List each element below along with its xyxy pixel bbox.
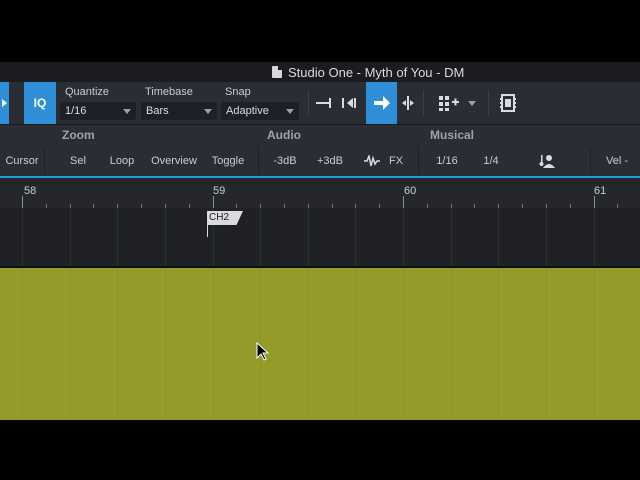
grid-line bbox=[117, 208, 118, 266]
snap-select[interactable]: Adaptive bbox=[221, 102, 299, 120]
grid-line bbox=[498, 268, 499, 420]
grid-line bbox=[117, 268, 118, 420]
grid-line bbox=[451, 268, 452, 420]
iq-quantize-button[interactable]: IQ bbox=[24, 82, 56, 124]
grid-line bbox=[165, 268, 166, 420]
marker-split-icon[interactable] bbox=[399, 94, 417, 112]
arrow-right-icon bbox=[374, 96, 390, 110]
audio-group-label: Audio bbox=[267, 128, 301, 142]
grid-line bbox=[308, 208, 309, 266]
grid-line bbox=[213, 268, 214, 420]
bar-tick bbox=[403, 196, 404, 208]
chevron-down-icon bbox=[123, 109, 131, 114]
quantize-1-16-button[interactable]: 1/16 bbox=[432, 150, 462, 172]
grid-line bbox=[498, 208, 499, 266]
marker-label: CH2 bbox=[209, 212, 230, 223]
audio-fx-button[interactable]: FX bbox=[364, 150, 403, 172]
zoom-overview-button[interactable]: Overview bbox=[148, 150, 200, 172]
grid-line bbox=[403, 268, 404, 420]
snap-label: Snap bbox=[225, 86, 251, 98]
grid-line bbox=[22, 268, 23, 420]
quantize-1-4-button[interactable]: 1/4 bbox=[478, 150, 504, 172]
chevron-down-icon bbox=[286, 109, 294, 114]
grid-line bbox=[546, 268, 547, 420]
quantize-label: Quantize bbox=[65, 86, 110, 98]
zoom-group-label: Zoom bbox=[62, 128, 95, 142]
grid-line bbox=[70, 268, 71, 420]
letterbox-bottom bbox=[0, 420, 640, 480]
zoom-toggle-button[interactable]: Toggle bbox=[206, 150, 250, 172]
plus-3db-button[interactable]: +3dB bbox=[312, 150, 348, 172]
row-divider bbox=[44, 147, 45, 175]
zoom-sel-button[interactable]: Sel bbox=[64, 150, 92, 172]
toolbar-divider bbox=[308, 90, 309, 116]
minus-3db-button[interactable]: -3dB bbox=[268, 150, 302, 172]
grid-line bbox=[260, 208, 261, 266]
snap-value: Adaptive bbox=[226, 105, 269, 117]
grid-line bbox=[22, 208, 23, 266]
grid-line bbox=[594, 268, 595, 420]
grid-line bbox=[70, 208, 71, 266]
timebase-label: Timebase bbox=[145, 86, 193, 98]
grid-line bbox=[165, 208, 166, 266]
title-bar: Studio One - Myth of You - DM bbox=[0, 62, 640, 82]
chevron-down-icon bbox=[204, 109, 212, 114]
bar-number: 59 bbox=[213, 185, 226, 197]
zoom-audio-musical-bar: Zoom Audio Musical Cursor Sel Loop Overv… bbox=[0, 124, 640, 176]
grid-line bbox=[403, 208, 404, 266]
bar-number: 61 bbox=[594, 185, 607, 197]
zoom-loop-button[interactable]: Loop bbox=[104, 150, 140, 172]
follow-tool-button[interactable] bbox=[366, 82, 397, 124]
bar-tick bbox=[22, 196, 23, 208]
quantize-select[interactable]: 1/16 bbox=[60, 102, 136, 120]
marker-pole bbox=[207, 225, 208, 237]
range-tool-icon[interactable] bbox=[314, 94, 332, 112]
toolbar: IQ Quantize 1/16 Timebase Bars Snap Adap… bbox=[0, 82, 640, 124]
play-arrow-button[interactable] bbox=[0, 82, 9, 124]
letterbox-top bbox=[0, 0, 640, 62]
timebase-value: Bars bbox=[146, 105, 169, 117]
timeline-ruler[interactable]: 58 59 60 61 bbox=[0, 176, 640, 208]
toolbar-divider bbox=[488, 90, 489, 116]
mouse-cursor-icon bbox=[256, 342, 270, 361]
row-divider bbox=[590, 147, 591, 175]
velocity-minus-button[interactable]: Vel - bbox=[600, 150, 634, 172]
grid-line bbox=[594, 208, 595, 266]
grid-line bbox=[355, 208, 356, 266]
play-arrow-icon bbox=[2, 99, 7, 107]
zoom-cursor-button[interactable]: Cursor bbox=[2, 150, 42, 172]
row-divider bbox=[418, 147, 419, 175]
timebase-select[interactable]: Bars bbox=[141, 102, 217, 120]
fx-label: FX bbox=[389, 155, 404, 167]
bar-number: 58 bbox=[24, 185, 37, 197]
note-person-icon[interactable] bbox=[539, 153, 555, 169]
grid-line bbox=[308, 268, 309, 420]
toolbar-divider bbox=[423, 90, 424, 116]
grid-line bbox=[451, 208, 452, 266]
grid-line bbox=[355, 268, 356, 420]
document-icon bbox=[272, 66, 282, 78]
bar-tick bbox=[594, 196, 595, 208]
video-film-icon[interactable] bbox=[499, 94, 517, 112]
row-divider bbox=[258, 147, 259, 175]
chevron-down-icon[interactable] bbox=[466, 94, 478, 112]
grid-add-icon[interactable] bbox=[438, 94, 460, 112]
bar-tick bbox=[213, 196, 214, 208]
audio-event[interactable] bbox=[0, 268, 640, 420]
bar-number: 60 bbox=[404, 185, 417, 197]
quantize-value: 1/16 bbox=[65, 105, 87, 117]
waveform-icon bbox=[364, 155, 380, 167]
grid-line bbox=[546, 208, 547, 266]
marker-track[interactable] bbox=[0, 208, 640, 266]
split-tool-icon[interactable] bbox=[340, 94, 358, 112]
window-title: Studio One - Myth of You - DM bbox=[288, 64, 465, 80]
musical-group-label: Musical bbox=[430, 128, 475, 142]
